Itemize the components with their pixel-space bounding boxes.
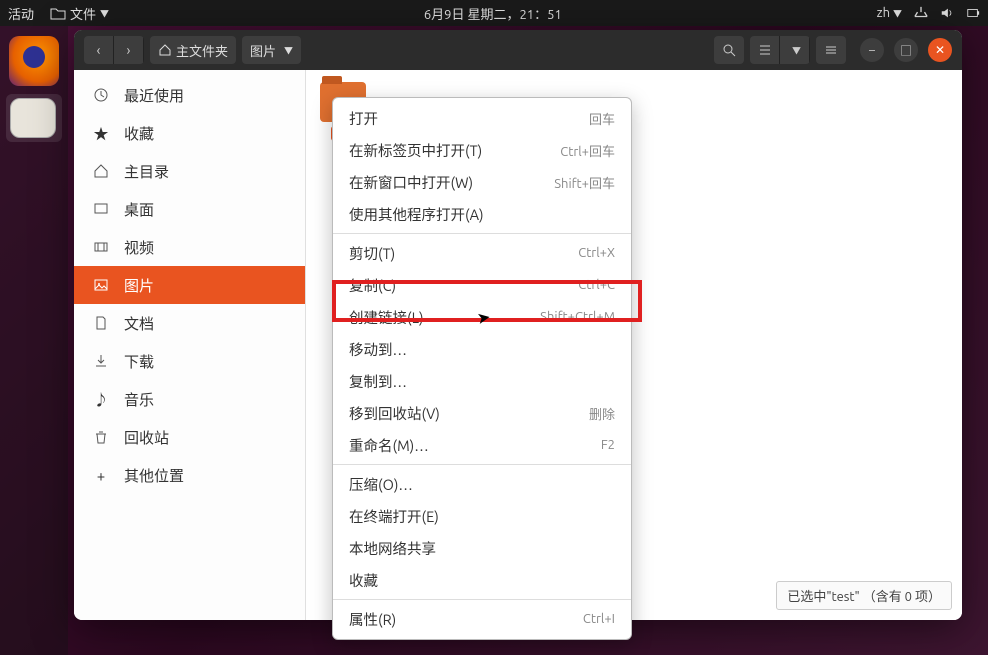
ctx-compress[interactable]: 压缩(O)…	[333, 468, 631, 500]
video-icon	[92, 238, 110, 256]
ctx-make-link[interactable]: 创建链接(L)Shift+Ctrl+M	[333, 301, 631, 333]
search-icon	[722, 43, 736, 57]
ctx-move-to[interactable]: 移动到…	[333, 333, 631, 365]
folder-icon	[50, 6, 66, 20]
document-icon	[92, 314, 110, 332]
sidebar-item-label: 文档	[124, 313, 154, 334]
trash-icon	[92, 428, 110, 446]
hamburger-menu-button[interactable]	[816, 36, 846, 64]
ctx-open[interactable]: 打开回车	[333, 102, 631, 134]
places-sidebar: 最近使用 ★ 收藏 主目录 桌面 视频 图片	[74, 70, 306, 620]
clock[interactable]: 6月9日 星期二，21：51	[109, 4, 877, 23]
sidebar-item-label: 收藏	[124, 123, 154, 144]
minimize-button[interactable]: –	[860, 38, 884, 62]
ctx-rename[interactable]: 重命名(M)…F2	[333, 429, 631, 461]
home-icon	[158, 43, 172, 57]
sidebar-item-desktop[interactable]: 桌面	[74, 190, 305, 228]
sidebar-item-trash[interactable]: 回收站	[74, 418, 305, 456]
app-menu-files[interactable]: 文件 ▼	[50, 4, 109, 23]
sidebar-item-recent[interactable]: 最近使用	[74, 76, 305, 114]
sidebar-item-label: 回收站	[124, 427, 169, 448]
view-dropdown-button[interactable]: ▼	[780, 36, 810, 64]
star-icon: ★	[92, 124, 110, 142]
ctx-separator	[333, 233, 631, 234]
music-icon: ♪	[92, 390, 110, 408]
ctx-star[interactable]: 收藏	[333, 564, 631, 596]
path-current[interactable]: 图片▼	[242, 36, 301, 64]
list-icon	[758, 43, 772, 57]
header-bar: ‹ › 主文件夹 图片▼ ▼ – □ ✕	[74, 30, 962, 70]
dock-firefox[interactable]	[9, 36, 59, 86]
path-home[interactable]: 主文件夹	[158, 41, 228, 60]
ctx-open-window[interactable]: 在新窗口中打开(W)Shift+回车	[333, 166, 631, 198]
search-button[interactable]	[714, 36, 744, 64]
sidebar-item-other[interactable]: + 其他位置	[74, 456, 305, 494]
download-icon	[92, 352, 110, 370]
nav-back-button[interactable]: ‹	[84, 36, 114, 64]
home-icon	[92, 162, 110, 180]
close-button[interactable]: ✕	[928, 38, 952, 62]
sidebar-item-label: 主目录	[124, 161, 169, 182]
maximize-button[interactable]: □	[894, 38, 918, 62]
sidebar-item-home[interactable]: 主目录	[74, 152, 305, 190]
network-icon[interactable]	[914, 6, 928, 20]
sidebar-item-label: 其他位置	[124, 465, 184, 486]
ctx-network-share[interactable]: 本地网络共享	[333, 532, 631, 564]
ime-indicator[interactable]: zh ▼	[877, 6, 902, 20]
sidebar-item-label: 音乐	[124, 389, 154, 410]
desktop-icon	[92, 200, 110, 218]
activities-button[interactable]: 活动	[8, 4, 34, 23]
status-bar: 已选中"test" （含有 0 项）	[776, 581, 952, 610]
ctx-open-tab[interactable]: 在新标签页中打开(T)Ctrl+回车	[333, 134, 631, 166]
sidebar-item-label: 视频	[124, 237, 154, 258]
chevron-down-icon: ▼	[284, 44, 293, 57]
sidebar-item-starred[interactable]: ★ 收藏	[74, 114, 305, 152]
sidebar-item-label: 图片	[124, 275, 154, 296]
sidebar-item-videos[interactable]: 视频	[74, 228, 305, 266]
picture-icon	[92, 276, 110, 294]
clock-icon	[92, 86, 110, 104]
sidebar-item-music[interactable]: ♪ 音乐	[74, 380, 305, 418]
sidebar-item-label: 最近使用	[124, 85, 184, 106]
ctx-open-with[interactable]: 使用其他程序打开(A)	[333, 198, 631, 230]
sidebar-item-label: 桌面	[124, 199, 154, 220]
gnome-top-bar: 活动 文件 ▼ 6月9日 星期二，21：51 zh ▼	[0, 0, 988, 26]
sidebar-item-downloads[interactable]: 下载	[74, 342, 305, 380]
view-list-button[interactable]	[750, 36, 780, 64]
ctx-copy-to[interactable]: 复制到…	[333, 365, 631, 397]
menu-icon	[824, 43, 838, 57]
volume-icon[interactable]	[940, 6, 954, 20]
ctx-copy[interactable]: 复制(C)Ctrl+C	[333, 269, 631, 301]
dock-files-active[interactable]	[6, 94, 62, 142]
ctx-properties[interactable]: 属性(R)Ctrl+I	[333, 603, 631, 635]
sidebar-item-pictures[interactable]: 图片	[74, 266, 305, 304]
ctx-open-terminal[interactable]: 在终端打开(E)	[333, 500, 631, 532]
context-menu: 打开回车 在新标签页中打开(T)Ctrl+回车 在新窗口中打开(W)Shift+…	[332, 97, 632, 640]
sidebar-item-label: 下载	[124, 351, 154, 372]
plus-icon: +	[92, 466, 110, 484]
dock	[0, 26, 68, 655]
battery-icon[interactable]	[966, 6, 980, 20]
sidebar-item-documents[interactable]: 文档	[74, 304, 305, 342]
ctx-separator	[333, 464, 631, 465]
ctx-separator	[333, 599, 631, 600]
ctx-cut[interactable]: 剪切(T)Ctrl+X	[333, 237, 631, 269]
ctx-trash[interactable]: 移到回收站(V)删除	[333, 397, 631, 429]
chevron-down-icon: ▼	[100, 7, 109, 20]
nav-forward-button[interactable]: ›	[114, 36, 144, 64]
